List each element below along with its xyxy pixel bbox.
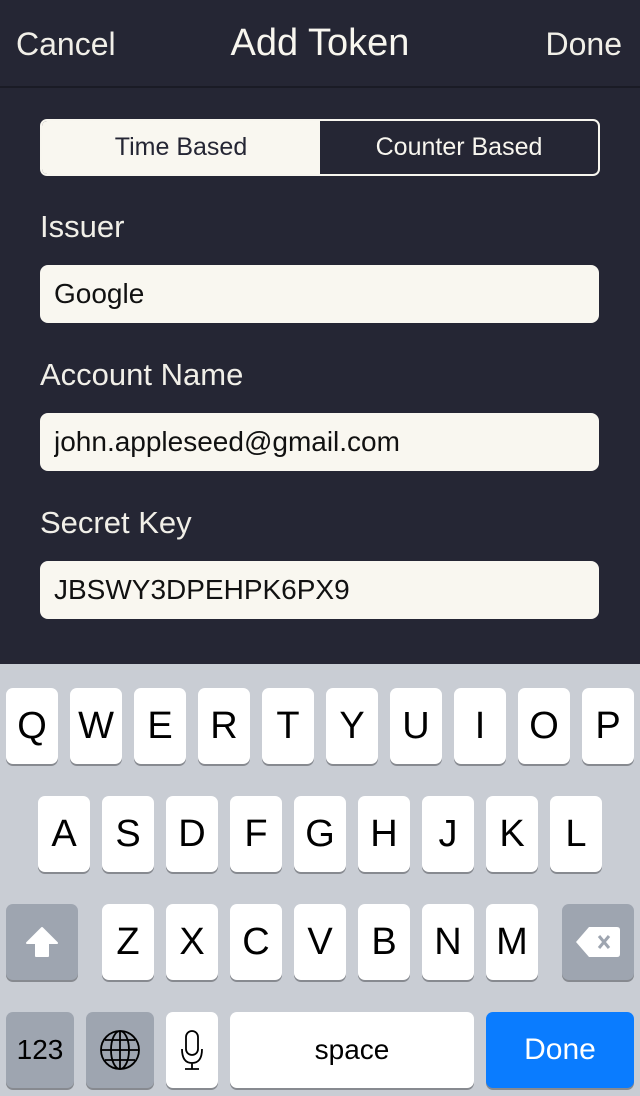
globe-icon: [100, 1030, 140, 1070]
segment-counter-based[interactable]: Counter Based: [320, 121, 598, 174]
key-s[interactable]: S: [102, 796, 154, 872]
key-m[interactable]: M: [486, 904, 538, 980]
token-type-segmented-control: Time Based Counter Based: [40, 119, 600, 176]
shift-arrow-icon: [26, 927, 58, 957]
key-g[interactable]: G: [294, 796, 346, 872]
key-b[interactable]: B: [358, 904, 410, 980]
key-f[interactable]: F: [230, 796, 282, 872]
shift-key[interactable]: [6, 904, 78, 980]
key-h[interactable]: H: [358, 796, 410, 872]
secret-key-input[interactable]: [40, 561, 599, 619]
key-l[interactable]: L: [550, 796, 602, 872]
key-q[interactable]: Q: [6, 688, 58, 764]
key-z[interactable]: Z: [102, 904, 154, 980]
done-button[interactable]: Done: [546, 26, 623, 63]
key-c[interactable]: C: [230, 904, 282, 980]
key-y[interactable]: Y: [326, 688, 378, 764]
numbers-key[interactable]: 123: [6, 1012, 74, 1088]
backspace-icon: [576, 927, 620, 957]
key-d[interactable]: D: [166, 796, 218, 872]
key-v[interactable]: V: [294, 904, 346, 980]
issuer-label: Issuer: [40, 209, 125, 244]
key-r[interactable]: R: [198, 688, 250, 764]
dictation-key[interactable]: [166, 1012, 218, 1088]
key-i[interactable]: I: [454, 688, 506, 764]
key-k[interactable]: K: [486, 796, 538, 872]
account-name-label: Account Name: [40, 357, 244, 392]
microphone-icon: [181, 1030, 203, 1070]
keyboard-done-key[interactable]: Done: [486, 1012, 634, 1088]
key-t[interactable]: T: [262, 688, 314, 764]
key-u[interactable]: U: [390, 688, 442, 764]
delete-key[interactable]: [562, 904, 634, 980]
keyboard: 123 space Done QWERTYUIOP ASDFGHJKL ZXCVBN…: [0, 664, 640, 1096]
issuer-input[interactable]: [40, 265, 599, 323]
key-w[interactable]: W: [70, 688, 122, 764]
key-x[interactable]: X: [166, 904, 218, 980]
globe-key[interactable]: [86, 1012, 154, 1088]
account-name-input[interactable]: [40, 413, 599, 471]
segment-time-based[interactable]: Time Based: [42, 121, 320, 174]
navigation-bar: Cancel Add Token Done: [0, 0, 640, 88]
page-title: Add Token: [230, 22, 410, 64]
secret-key-label: Secret Key: [40, 505, 192, 540]
key-j[interactable]: J: [422, 796, 474, 872]
key-a[interactable]: A: [38, 796, 90, 872]
key-p[interactable]: P: [582, 688, 634, 764]
space-key[interactable]: space: [230, 1012, 474, 1088]
key-o[interactable]: O: [518, 688, 570, 764]
key-n[interactable]: N: [422, 904, 474, 980]
key-e[interactable]: E: [134, 688, 186, 764]
